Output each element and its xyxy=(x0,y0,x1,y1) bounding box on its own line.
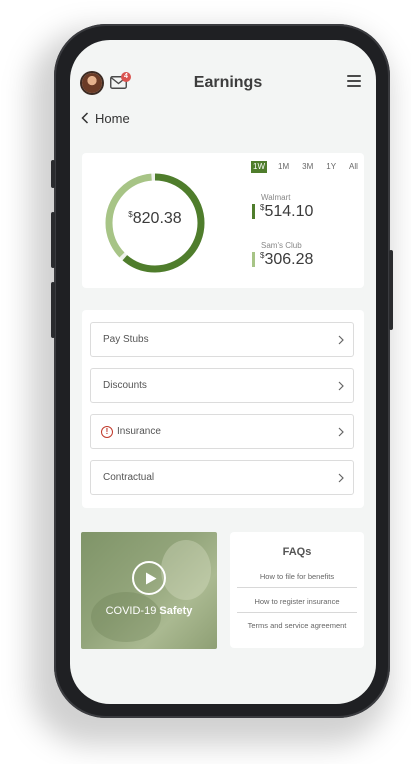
menu-item-discounts[interactable]: Discounts xyxy=(90,368,354,403)
range-1y[interactable]: 1Y xyxy=(324,161,338,173)
alert-icon: ! xyxy=(101,425,113,438)
hamburger-menu-icon[interactable] xyxy=(347,75,361,87)
back-label: Home xyxy=(95,110,130,126)
total-earnings: $820.38 xyxy=(128,210,182,227)
faq-link-register-insurance[interactable]: How to register insurance xyxy=(237,597,357,606)
menu-item-label: Pay Stubs xyxy=(103,334,149,345)
play-icon[interactable] xyxy=(132,561,166,595)
menu-item-label: Insurance xyxy=(117,426,161,437)
sams-club-color-bar xyxy=(252,252,255,267)
phone-side-button xyxy=(51,160,55,188)
walmart-color-bar xyxy=(252,204,255,219)
store-amount: $306.28 xyxy=(260,251,314,268)
faq-link-file-benefits[interactable]: How to file for benefits xyxy=(237,572,357,581)
faq-card: FAQs How to file for benefits How to reg… xyxy=(230,532,364,648)
divider xyxy=(237,587,357,588)
phone-side-button xyxy=(51,212,55,268)
range-selector: 1W 1M 3M 1Y All xyxy=(251,161,369,173)
chevron-right-icon xyxy=(338,335,344,345)
divider xyxy=(237,612,357,613)
store-name: Sam's Club xyxy=(261,241,302,250)
menu-item-label: Contractual xyxy=(103,472,155,483)
video-thumbnail-shape xyxy=(91,592,161,642)
faq-title: FAQs xyxy=(282,546,312,558)
video-caption: COVID-19 Safety xyxy=(105,605,193,617)
range-all[interactable]: All xyxy=(347,161,360,173)
earnings-card: $820.38 1W 1M 3M 1Y All Walmart $514.10 … xyxy=(82,153,364,288)
chevron-left-icon xyxy=(81,112,89,124)
menu-item-pay-stubs[interactable]: Pay Stubs xyxy=(90,322,354,357)
menu-list-card: Pay Stubs Discounts ! Insurance Contract… xyxy=(82,310,364,508)
page-title: Earnings xyxy=(193,74,263,91)
range-1m[interactable]: 1M xyxy=(276,161,291,173)
menu-item-contractual[interactable]: Contractual xyxy=(90,460,354,495)
phone-side-button xyxy=(389,250,393,330)
chevron-right-icon xyxy=(338,381,344,391)
store-amount: $514.10 xyxy=(260,203,314,220)
chevron-right-icon xyxy=(338,427,344,437)
range-3m[interactable]: 3M xyxy=(300,161,315,173)
store-name: Walmart xyxy=(261,193,291,202)
covid-safety-video[interactable]: COVID-19 Safety xyxy=(81,532,217,649)
back-link[interactable]: Home xyxy=(81,110,130,126)
video-thumbnail-shape xyxy=(161,540,211,600)
chevron-right-icon xyxy=(338,473,344,483)
menu-item-label: Discounts xyxy=(103,380,147,391)
range-1w[interactable]: 1W xyxy=(251,161,267,173)
faq-link-terms[interactable]: Terms and service agreement xyxy=(237,621,357,630)
phone-side-button xyxy=(51,282,55,338)
app-header: 4 Earnings xyxy=(70,40,376,110)
app-screen: 4 Earnings Home $820.38 1W 1M 3M 1Y All … xyxy=(70,40,376,704)
menu-item-insurance[interactable]: ! Insurance xyxy=(90,414,354,449)
